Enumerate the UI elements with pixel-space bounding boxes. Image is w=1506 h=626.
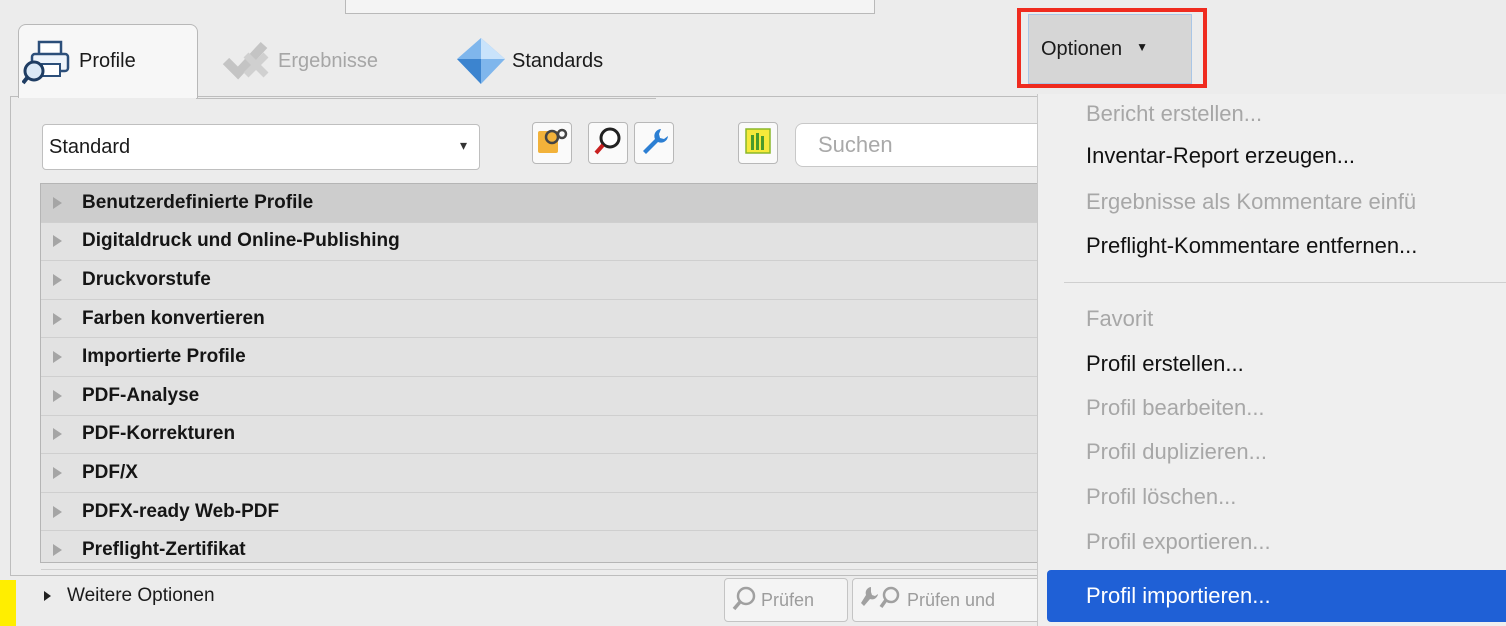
profile-group-label: Importierte Profile [82,346,246,368]
select-profile-button[interactable] [532,122,572,164]
check-button-label: Prüfen [761,589,815,610]
printer-magnifier-icon [19,35,77,89]
profile-group-row[interactable]: PDF-Korrekturen [41,416,1039,455]
menu-item-ergebnisse-als-kommentare-einfü: Ergebnisse als Kommentare einfü [1086,189,1417,214]
menu-item-profil-löschen: Profil löschen... [1086,484,1237,509]
top-field [345,0,875,14]
histogram-icon [744,127,772,160]
tab-results[interactable]: Ergebnisse [218,24,378,98]
profile-group-row[interactable]: PDF-Analyse [41,377,1039,416]
menu-item-profil-bearbeiten: Profil bearbeiten... [1086,395,1265,420]
profile-library-value: Standard [49,135,131,158]
analyze-button[interactable] [588,122,628,164]
annotation-marker [0,580,16,626]
tab-standards[interactable]: Standards [452,24,603,98]
tab-profile[interactable]: Profile [18,24,198,98]
check-and-fix-label: Prüfen und [907,589,996,610]
more-options-label: Weitere Optionen [67,585,215,606]
menu-separator [1064,282,1506,283]
magnifier-icon [593,126,623,161]
profile-group-label: PDF-Analyse [82,384,200,406]
disclosure-triangle-icon[interactable] [53,505,62,518]
profile-group-label: PDF-Korrekturen [82,423,236,445]
wrench-icon [639,126,669,161]
diamond-icon [452,34,510,88]
profile-glasses-icon [536,125,568,162]
disclosure-triangle-icon[interactable] [53,312,62,325]
profile-group-label: Digitaldruck und Online-Publishing [82,230,400,252]
menu-item-inventar-report-erzeugen[interactable]: Inventar-Report erzeugen... [1086,136,1355,176]
profile-group-row[interactable]: Farben konvertieren [41,300,1039,339]
tab-profile-label: Profile [79,50,136,72]
profile-group-row[interactable]: Druckvorstufe [41,261,1039,300]
profile-group-label: Preflight-Zertifikat [82,539,246,561]
tab-standards-label: Standards [512,49,604,72]
tab-divider [196,98,656,99]
profile-group-row[interactable]: Digitaldruck und Online-Publishing [41,223,1039,262]
menu-item-bericht-erstellen: Bericht erstellen... [1086,101,1263,126]
options-dropdown-menu: Bericht erstellen... Inventar-Report erze… [1037,94,1506,626]
profile-group-row[interactable]: PDFX-ready Web-PDF [41,493,1039,532]
disclosure-triangle-icon[interactable] [53,466,62,479]
fix-button[interactable] [634,122,674,164]
chevron-down-icon: ▾ [459,137,467,153]
check-and-fix-button[interactable]: Prüfen und [852,578,1052,622]
menu-item-profil-importieren[interactable]: Profil importieren... [1047,570,1506,622]
options-menu-button[interactable]: Optionen ▼ [1028,14,1192,84]
profile-group-list: Benutzerdefinierte Profile Digitaldruck u… [40,183,1040,570]
check-button[interactable]: Prüfen [724,578,848,622]
caret-down-icon: ▼ [1136,40,1149,54]
profile-group-row[interactable]: Preflight-Zertifikat [41,531,1039,570]
histogram-button[interactable] [738,122,778,164]
disclosure-triangle-icon[interactable] [53,235,62,248]
disclosure-triangle-icon[interactable] [53,544,62,557]
checkmark-icon [218,34,276,88]
more-options-toggle[interactable]: Weitere Optionen [40,582,215,610]
profile-group-row[interactable]: Importierte Profile [41,338,1039,377]
disclosure-triangle-icon[interactable] [53,389,62,402]
menu-item-profil-duplizieren: Profil duplizieren... [1086,439,1267,464]
profile-group-label: Farben konvertieren [82,307,265,329]
tab-results-label: Ergebnisse [278,49,379,72]
disclosure-triangle-icon[interactable] [53,428,62,441]
menu-item-profil-erstellen[interactable]: Profil erstellen... [1086,344,1244,384]
menu-item-favorit: Favorit [1086,306,1154,331]
disclosure-triangle-icon[interactable] [53,351,62,364]
options-button-label: Optionen [1041,37,1123,60]
search-input[interactable]: Suchen [795,123,1045,167]
disclosure-triangle-icon[interactable] [53,196,62,209]
profile-group-label: PDFX-ready Web-PDF [82,500,280,522]
search-placeholder: Suchen [818,132,893,157]
profile-library-select[interactable]: Standard ▾ [42,124,480,170]
profile-group-row[interactable]: Benutzerdefinierte Profile [41,184,1039,223]
menu-item-preflight-kommentare-entfernen[interactable]: Preflight-Kommentare entfernen... [1086,226,1417,266]
magnifier-icon [731,585,757,616]
disclosure-triangle-icon[interactable] [53,273,62,286]
menu-item-profil-exportieren: Profil exportieren... [1086,529,1271,554]
profile-group-label: Druckvorstufe [82,268,211,290]
wrench-magnifier-icon [859,585,903,616]
profile-group-label: Benutzerdefinierte Profile [82,191,314,213]
profile-group-row[interactable]: PDF/X [41,454,1039,493]
profile-group-label: PDF/X [82,461,138,483]
disclosure-triangle-icon [44,591,51,601]
